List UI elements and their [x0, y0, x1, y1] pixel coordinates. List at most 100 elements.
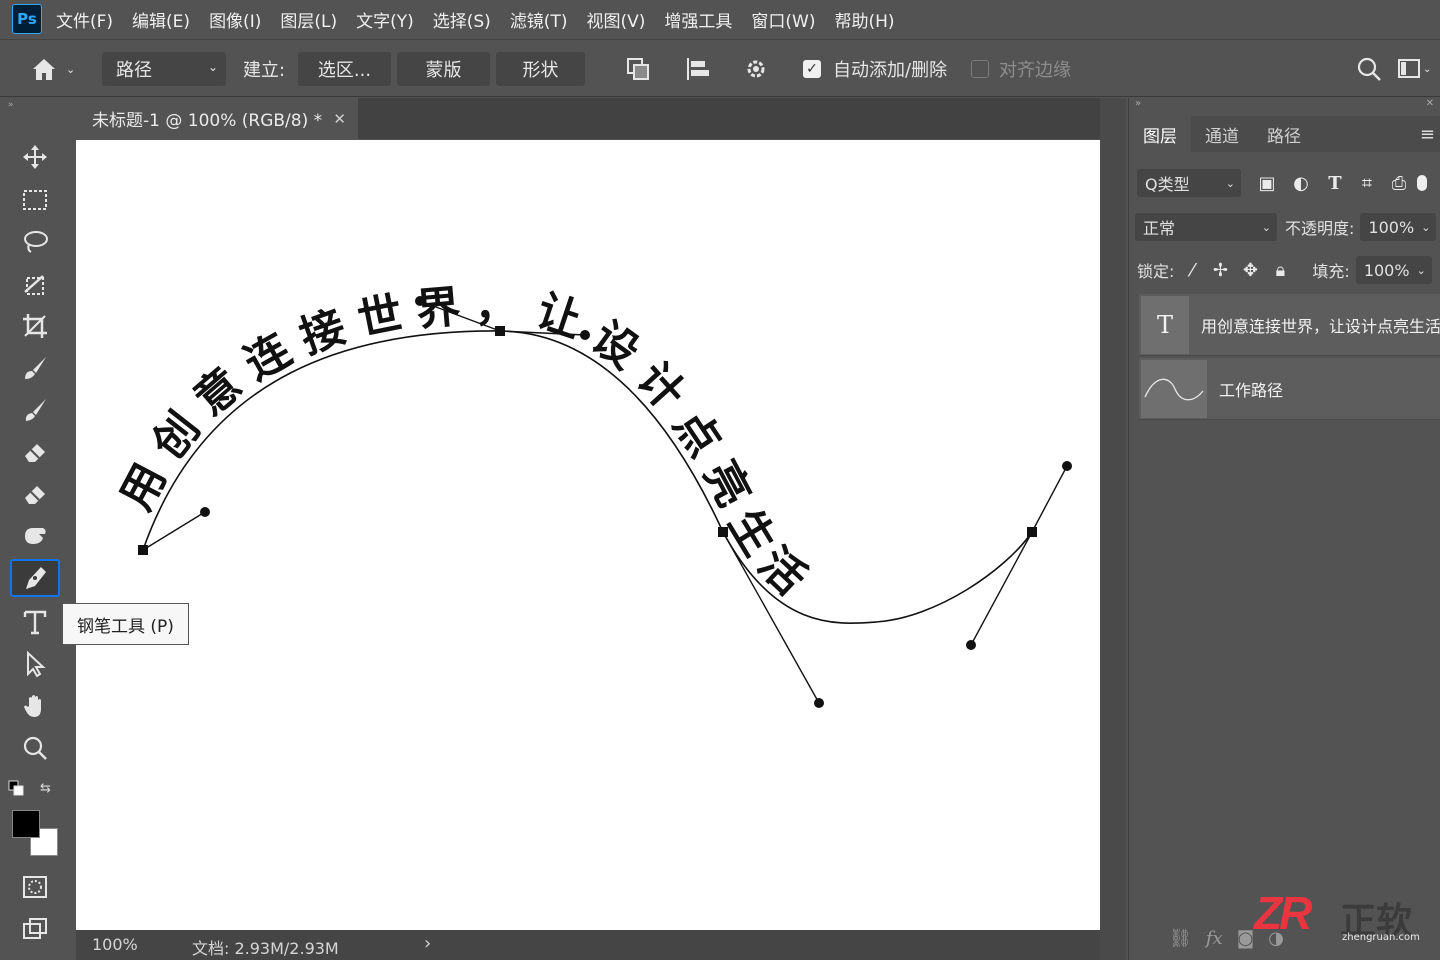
path-alignment-button[interactable]	[684, 52, 712, 86]
layer-filter-select[interactable]: Q类型 ⌄	[1137, 169, 1241, 197]
pen-tool[interactable]	[10, 559, 60, 597]
menu-edit[interactable]: 编辑(E)	[132, 7, 190, 32]
fx-icon[interactable]: fx	[1206, 928, 1223, 949]
default-colors-icon[interactable]	[8, 780, 26, 796]
make-selection-button[interactable]: 选区...	[298, 52, 391, 86]
layer-row-type[interactable]: T 用创意连接世界，让设计点亮生活	[1139, 294, 1440, 356]
collapse-icon[interactable]: »	[1135, 98, 1141, 116]
screen-mode-button[interactable]	[10, 910, 60, 948]
add-mask-icon[interactable]: ◙	[1237, 928, 1254, 949]
path-text-char: 界	[414, 282, 462, 337]
direction-point[interactable]	[966, 640, 976, 650]
chevron-right-icon[interactable]: ›	[424, 933, 431, 954]
path-operations-button[interactable]	[624, 52, 652, 86]
swap-colors-icon[interactable]: ⇆	[40, 781, 51, 796]
document-tab[interactable]: 未标题-1 @ 100% (RGB/8) * ✕	[76, 98, 358, 139]
smart-object-filter-icon[interactable]: ⎙	[1387, 171, 1411, 195]
filter-toggle[interactable]	[1417, 175, 1427, 191]
pen-icon	[26, 567, 46, 589]
type-filter-icon[interactable]: T	[1323, 171, 1347, 195]
align-edges-label: 对齐边缘	[999, 60, 1071, 81]
layer-name[interactable]: 用创意连接世界，让设计点亮生活	[1201, 313, 1440, 337]
opacity-input[interactable]: 100% ⌄	[1360, 213, 1437, 241]
collapse-icon[interactable]: »	[8, 100, 14, 110]
menu-help[interactable]: 帮助(H)	[834, 7, 894, 32]
vertical-scrollbar[interactable]	[1100, 98, 1126, 960]
anchor-point[interactable]	[1027, 527, 1037, 537]
anchor-point[interactable]	[138, 545, 148, 555]
direction-point[interactable]	[814, 698, 824, 708]
auto-add-delete-toggle[interactable]: ✓ 自动添加/删除	[803, 52, 947, 86]
direction-point[interactable]	[580, 330, 590, 340]
menu-layer[interactable]: 图层(L)	[280, 7, 337, 32]
quick-mask-button[interactable]	[10, 868, 60, 906]
hand-tool[interactable]	[10, 687, 60, 725]
path-arrangement-button[interactable]	[742, 52, 770, 86]
close-icon[interactable]: ✕	[333, 110, 346, 128]
zoom-tool[interactable]	[10, 729, 60, 767]
rectangle-marquee-icon	[23, 190, 47, 210]
type-tool[interactable]	[10, 603, 60, 641]
align-edges-checkbox[interactable]	[971, 60, 989, 78]
move-icon[interactable]: ✥	[1238, 258, 1262, 282]
menu-image[interactable]: 图像(I)	[209, 7, 261, 32]
clone-stamp-tool[interactable]	[10, 433, 60, 471]
lock-fill-row: 锁定: ⁄ ✢ ✥ 🔒︎ 填充: 100% ⌄	[1129, 255, 1440, 285]
healing-brush-tool[interactable]	[10, 391, 60, 429]
chevron-down-icon: ⌄	[207, 60, 218, 74]
auto-add-delete-checkbox[interactable]: ✓	[803, 60, 821, 78]
path-text[interactable]: 用创意连接世界，让设计点亮生活	[111, 281, 816, 605]
align-edges-toggle[interactable]: 对齐边缘	[971, 52, 1071, 86]
path-selection-tool[interactable]	[10, 645, 60, 683]
smudge-tool[interactable]	[10, 517, 60, 555]
zoom-level[interactable]: 100%	[92, 935, 138, 954]
foreground-color-swatch[interactable]	[12, 810, 40, 838]
fill-input[interactable]: 100% ⌄	[1355, 256, 1432, 284]
path-operations-icon	[627, 58, 649, 80]
link-layers-icon[interactable]: ⛓	[1169, 928, 1192, 949]
lasso-tool[interactable]	[10, 223, 60, 261]
photoshop-logo[interactable]: Ps	[12, 4, 42, 34]
layers-panel: » ✕ 图层 通道 路径 ≡ Q类型 ⌄ ▣ ◐ T ⌗ ⎙ 正常 ⌄ 不透明度…	[1128, 98, 1440, 960]
layer-name[interactable]: 工作路径	[1219, 377, 1283, 401]
make-mask-button[interactable]: 蒙版	[397, 52, 490, 86]
menu-select[interactable]: 选择(S)	[433, 7, 491, 32]
blend-mode-select[interactable]: 正常 ⌄	[1135, 213, 1277, 241]
type-layer-thumbnail: T	[1141, 295, 1189, 354]
close-icon[interactable]: ✕	[1426, 98, 1434, 116]
move-tool[interactable]	[10, 138, 60, 176]
lock-position-icon[interactable]: ✢	[1208, 258, 1232, 282]
direction-point[interactable]	[200, 507, 210, 517]
quick-selection-tool[interactable]	[10, 265, 60, 303]
menu-type[interactable]: 文字(Y)	[356, 7, 414, 32]
canvas-artwork[interactable]: 用创意连接世界，让设计点亮生活	[76, 140, 1100, 930]
home-button[interactable]: ⌄	[30, 52, 75, 86]
canvas[interactable]: 用创意连接世界，让设计点亮生活	[76, 140, 1100, 930]
layer-row-work-path[interactable]: 工作路径	[1139, 358, 1440, 420]
tab-channels[interactable]: 通道	[1191, 116, 1253, 152]
tooltip: 钢笔工具 (P)	[62, 603, 189, 645]
crop-tool[interactable]	[10, 307, 60, 345]
tab-paths[interactable]: 路径	[1253, 116, 1315, 152]
make-shape-button[interactable]: 形状	[496, 52, 585, 86]
panel-menu-icon[interactable]: ≡	[1420, 124, 1435, 145]
shape-filter-icon[interactable]: ⌗	[1355, 171, 1379, 195]
workspace-button[interactable]: ⌄	[1397, 52, 1431, 86]
menu-plugins[interactable]: 增强工具	[664, 7, 732, 32]
pen-mode-select[interactable]: 路径 ⌄	[102, 52, 226, 86]
brush-tool[interactable]	[10, 349, 60, 387]
marquee-tool[interactable]	[10, 181, 60, 219]
menu-filter[interactable]: 滤镜(T)	[510, 7, 568, 32]
tab-layers[interactable]: 图层	[1129, 116, 1191, 152]
image-filter-icon[interactable]: ▣	[1255, 171, 1279, 195]
direction-point[interactable]	[1062, 461, 1072, 471]
adjustment-filter-icon[interactable]: ◐	[1289, 171, 1313, 195]
menu-file[interactable]: 文件(F)	[56, 7, 113, 32]
lock-pixels-icon[interactable]: ⁄	[1180, 258, 1204, 282]
chevron-down-icon: ⌄	[1421, 220, 1431, 234]
search-button[interactable]	[1356, 52, 1382, 86]
menu-view[interactable]: 视图(V)	[586, 7, 645, 32]
lock-icon[interactable]: 🔒︎	[1268, 258, 1292, 282]
eraser-tool[interactable]	[10, 475, 60, 513]
menu-window[interactable]: 窗口(W)	[751, 7, 815, 32]
